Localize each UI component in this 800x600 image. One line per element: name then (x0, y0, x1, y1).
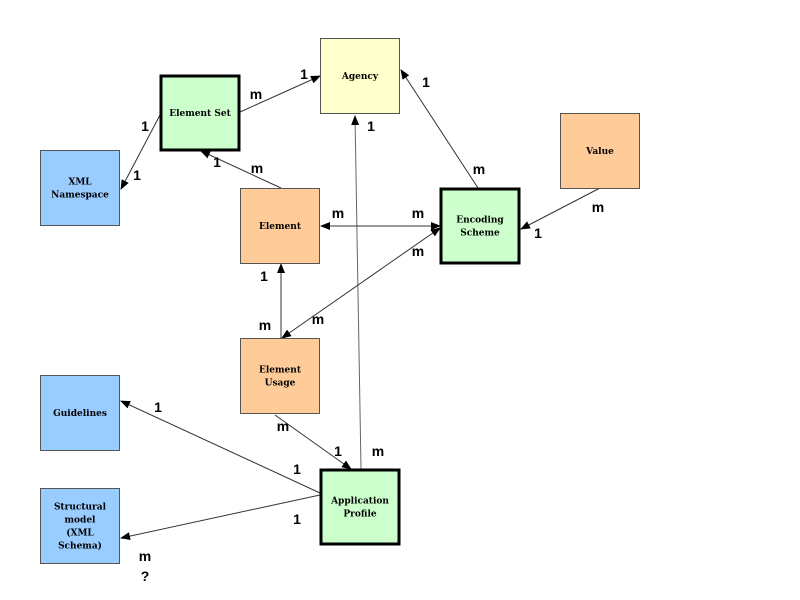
node-element-usage: Element Usage (240, 338, 320, 414)
node-application-profile: Application Profile (319, 468, 401, 546)
node-structural-model: Structural model (XML Schema) (40, 488, 120, 564)
cardinality-label: 1 (141, 118, 149, 134)
cardinality-label: m (259, 317, 271, 333)
node-box (40, 150, 120, 226)
cardinality-label: 1 (334, 443, 342, 459)
node-label: Structural (54, 503, 107, 513)
cardinality-label: 1 (300, 66, 308, 82)
edge-encoding-scheme-to-agency (400, 69, 479, 189)
node-agency: Agency (320, 38, 400, 114)
node-element-set: Element Set (159, 74, 241, 152)
node-label: Element Set (169, 109, 231, 119)
node-label: Element (259, 366, 302, 376)
node-label: Schema) (58, 541, 102, 552)
edge-application-profile-to-agency (351, 115, 362, 470)
node-label: Element (259, 222, 302, 232)
cardinality-label: m (592, 199, 604, 215)
cardinality-label: 1 (367, 118, 375, 134)
node-box (40, 488, 120, 564)
node-label: Encoding (456, 216, 504, 226)
cardinality-label: 1 (213, 154, 221, 170)
node-label: Guidelines (53, 409, 107, 419)
node-label: XML (68, 178, 92, 188)
node-label: Namespace (51, 191, 109, 201)
cardinality-label: 1 (293, 511, 301, 527)
node-label: model (65, 516, 97, 526)
node-label: Scheme (460, 229, 500, 239)
node-value: Value (560, 113, 640, 189)
node-label: (XML (66, 528, 94, 539)
cardinality-label: m (412, 205, 424, 221)
cardinality-label: m (372, 443, 384, 459)
node-label: Application (330, 497, 389, 507)
cardinality-label: m (139, 548, 151, 564)
node-xml-namespace: XML Namespace (40, 150, 120, 226)
entity-relationship-diagram: Agency Element Set XML Namespace Element Enco… (40, 38, 640, 584)
node-box (319, 468, 401, 546)
node-element: Element (240, 188, 320, 264)
cardinality-label: 1 (260, 268, 268, 284)
cardinality-label: m (312, 311, 324, 327)
cardinality-label: 1 (534, 225, 542, 241)
node-guidelines: Guidelines (40, 375, 120, 451)
cardinality-label: m (412, 243, 424, 259)
node-box (439, 187, 521, 265)
cardinality-label: 1 (133, 167, 141, 183)
cardinality-label: m (332, 205, 344, 221)
cardinality-label: m (250, 86, 262, 102)
cardinality-label: m (277, 418, 289, 434)
edge-application-profile-to-guidelines (120, 400, 321, 494)
cardinality-label: 1 (293, 461, 301, 477)
node-label: Profile (343, 510, 376, 520)
cardinality-label: 1 (422, 74, 430, 90)
edge-application-profile-to-structural-model (120, 494, 321, 541)
node-label: Value (585, 147, 614, 157)
edge-value-to-encoding-scheme (520, 187, 601, 230)
node-encoding-scheme: Encoding Scheme (439, 187, 521, 265)
cardinality-label: 1 (154, 399, 162, 415)
node-box (240, 338, 320, 414)
cardinality-label: m (473, 161, 485, 177)
node-label: Usage (265, 379, 296, 389)
cardinality-label: ? (141, 568, 150, 584)
cardinality-label: m (251, 160, 263, 176)
node-label: Agency (341, 72, 379, 82)
